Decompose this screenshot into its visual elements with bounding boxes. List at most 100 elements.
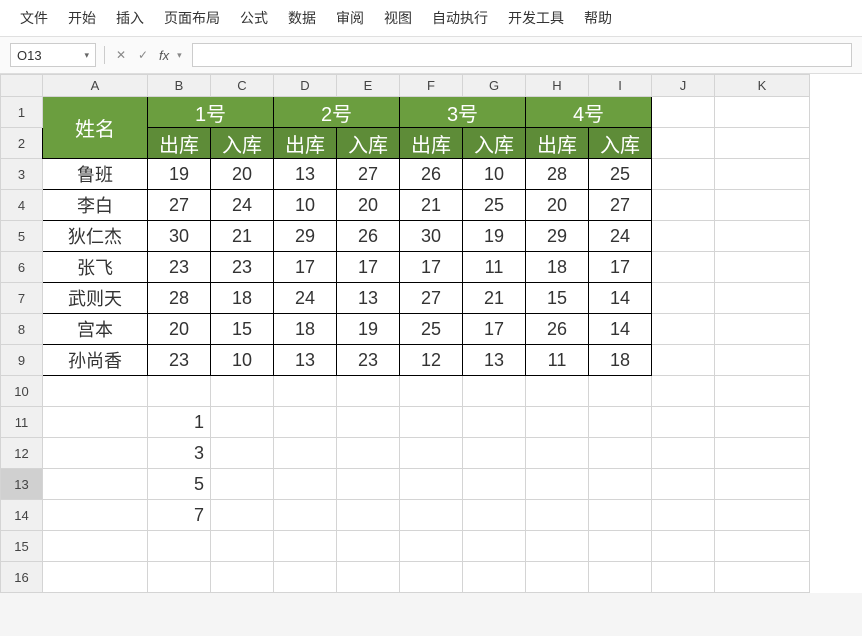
cell-G16[interactable]	[463, 562, 526, 593]
cell-F3[interactable]: 26	[400, 159, 463, 190]
cell-G8[interactable]: 17	[463, 314, 526, 345]
chevron-down-icon[interactable]: ▾	[177, 50, 182, 61]
col-header-F[interactable]: F	[400, 75, 463, 97]
cell-D11[interactable]	[274, 407, 337, 438]
cell-H7[interactable]: 15	[526, 283, 589, 314]
cell-J16[interactable]	[652, 562, 715, 593]
cell-E10[interactable]	[337, 376, 400, 407]
cell-G9[interactable]: 13	[463, 345, 526, 376]
cell-B14[interactable]: 7	[148, 500, 211, 531]
cell-I16[interactable]	[589, 562, 652, 593]
cell-K7[interactable]	[715, 283, 810, 314]
cell-I8[interactable]: 14	[589, 314, 652, 345]
cell-K2[interactable]	[715, 128, 810, 159]
header-day-3[interactable]: 3号	[400, 97, 526, 128]
cell-F7[interactable]: 27	[400, 283, 463, 314]
cell-C15[interactable]	[211, 531, 274, 562]
row-header-11[interactable]: 11	[1, 407, 43, 438]
cell-I11[interactable]	[589, 407, 652, 438]
cell-C6[interactable]: 23	[211, 252, 274, 283]
cell-F11[interactable]	[400, 407, 463, 438]
cell-K1[interactable]	[715, 97, 810, 128]
cell-D12[interactable]	[274, 438, 337, 469]
cell-G11[interactable]	[463, 407, 526, 438]
cell-J6[interactable]	[652, 252, 715, 283]
row-header-5[interactable]: 5	[1, 221, 43, 252]
cell-I6[interactable]: 17	[589, 252, 652, 283]
menu-file[interactable]: 文件	[20, 8, 48, 28]
cell-I9[interactable]: 18	[589, 345, 652, 376]
cell-H12[interactable]	[526, 438, 589, 469]
cell-K16[interactable]	[715, 562, 810, 593]
cell-C5[interactable]: 21	[211, 221, 274, 252]
cell-F10[interactable]	[400, 376, 463, 407]
menu-data[interactable]: 数据	[288, 8, 316, 28]
cell-G6[interactable]: 11	[463, 252, 526, 283]
cell-D8[interactable]: 18	[274, 314, 337, 345]
cell-G12[interactable]	[463, 438, 526, 469]
cell-D6[interactable]: 17	[274, 252, 337, 283]
cell-E12[interactable]	[337, 438, 400, 469]
cell-H4[interactable]: 20	[526, 190, 589, 221]
cell-G14[interactable]	[463, 500, 526, 531]
row-header-2[interactable]: 2	[1, 128, 43, 159]
cell-K14[interactable]	[715, 500, 810, 531]
header-in-1[interactable]: 入库	[211, 128, 274, 159]
cell-K5[interactable]	[715, 221, 810, 252]
cell-G10[interactable]	[463, 376, 526, 407]
menu-insert[interactable]: 插入	[116, 8, 144, 28]
row-header-9[interactable]: 9	[1, 345, 43, 376]
cell-D5[interactable]: 29	[274, 221, 337, 252]
cell-B12[interactable]: 3	[148, 438, 211, 469]
cell-B3[interactable]: 19	[148, 159, 211, 190]
cell-E11[interactable]	[337, 407, 400, 438]
col-header-C[interactable]: C	[211, 75, 274, 97]
cell-K11[interactable]	[715, 407, 810, 438]
row-header-1[interactable]: 1	[1, 97, 43, 128]
cell-F8[interactable]: 25	[400, 314, 463, 345]
fx-icon[interactable]: fx	[159, 48, 169, 63]
cell-F6[interactable]: 17	[400, 252, 463, 283]
cell-C12[interactable]	[211, 438, 274, 469]
cell-H5[interactable]: 29	[526, 221, 589, 252]
cell-K4[interactable]	[715, 190, 810, 221]
cell-I7[interactable]: 14	[589, 283, 652, 314]
cell-A15[interactable]	[43, 531, 148, 562]
select-all-corner[interactable]	[1, 75, 43, 97]
cell-B11[interactable]: 1	[148, 407, 211, 438]
cell-A14[interactable]	[43, 500, 148, 531]
cell-C11[interactable]	[211, 407, 274, 438]
menu-page-layout[interactable]: 页面布局	[164, 8, 220, 28]
cell-K3[interactable]	[715, 159, 810, 190]
cell-B10[interactable]	[148, 376, 211, 407]
cell-A9[interactable]: 孙尚香	[43, 345, 148, 376]
menu-automate[interactable]: 自动执行	[432, 8, 488, 28]
cell-E6[interactable]: 17	[337, 252, 400, 283]
cell-B8[interactable]: 20	[148, 314, 211, 345]
cell-D14[interactable]	[274, 500, 337, 531]
cell-J3[interactable]	[652, 159, 715, 190]
menu-home[interactable]: 开始	[68, 8, 96, 28]
cell-B7[interactable]: 28	[148, 283, 211, 314]
cell-J1[interactable]	[652, 97, 715, 128]
header-name[interactable]: 姓名	[43, 97, 148, 159]
cell-C7[interactable]: 18	[211, 283, 274, 314]
header-out-3[interactable]: 出库	[400, 128, 463, 159]
cell-E8[interactable]: 19	[337, 314, 400, 345]
cell-E13[interactable]	[337, 469, 400, 500]
col-header-I[interactable]: I	[589, 75, 652, 97]
cell-A3[interactable]: 鲁班	[43, 159, 148, 190]
cell-B9[interactable]: 23	[148, 345, 211, 376]
cell-A6[interactable]: 张飞	[43, 252, 148, 283]
cell-H13[interactable]	[526, 469, 589, 500]
header-day-2[interactable]: 2号	[274, 97, 400, 128]
cell-G13[interactable]	[463, 469, 526, 500]
header-out-1[interactable]: 出库	[148, 128, 211, 159]
cell-B6[interactable]: 23	[148, 252, 211, 283]
row-header-7[interactable]: 7	[1, 283, 43, 314]
cell-E5[interactable]: 26	[337, 221, 400, 252]
cell-I13[interactable]	[589, 469, 652, 500]
cell-K15[interactable]	[715, 531, 810, 562]
row-header-13[interactable]: 13	[1, 469, 43, 500]
cell-E7[interactable]: 13	[337, 283, 400, 314]
